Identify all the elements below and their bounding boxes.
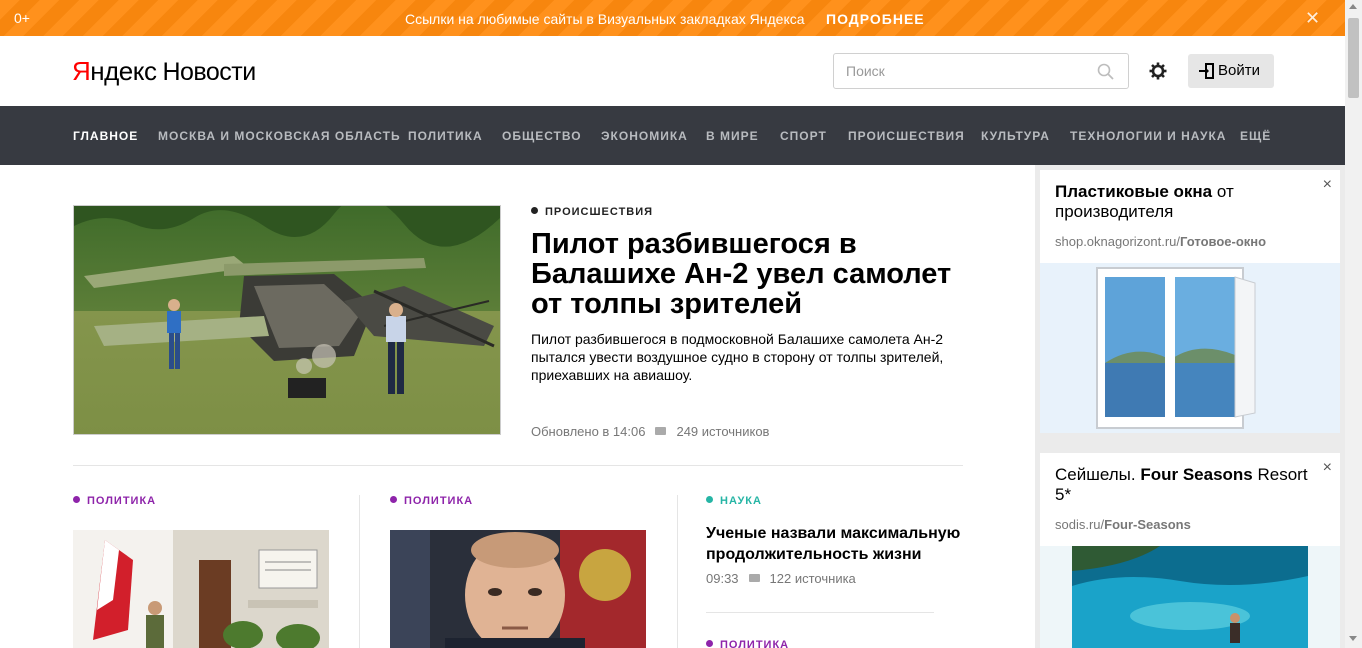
- card-1-rubric-label: ПОЛИТИКА: [87, 495, 157, 507]
- gear-icon[interactable]: [1148, 61, 1168, 81]
- ad-domain-path: Готовое-окно: [1180, 234, 1267, 249]
- nav-item-moscow[interactable]: МОСКВА И МОСКОВСКАЯ ОБЛАСТЬ: [158, 129, 401, 143]
- card-4-rubric-label: ПОЛИТИКА: [720, 639, 790, 648]
- promo-banner[interactable]: 0+ Ссылки на любимые сайты в Визуальных …: [0, 0, 1345, 36]
- card-3-rubric-label: НАУКА: [720, 495, 762, 507]
- rubric-dot: [390, 496, 397, 503]
- login-label: Войти: [1218, 62, 1260, 79]
- search-icon[interactable]: [1097, 63, 1114, 80]
- nav-item-sport[interactable]: СПОРТ: [780, 129, 827, 143]
- nav-item-culture[interactable]: КУЛЬТУРА: [981, 129, 1050, 143]
- nav-item-more[interactable]: ЕЩЁ: [1240, 129, 1271, 143]
- sources-icon: [748, 574, 760, 582]
- main-story-rubric-label: ПРОИСШЕСТВИЯ: [545, 206, 654, 218]
- rubric-dot: [706, 640, 713, 647]
- nav-item-tech-science[interactable]: ТЕХНОЛОГИИ И НАУКА: [1070, 129, 1226, 143]
- promo-close-icon[interactable]: ✕: [1305, 8, 1320, 29]
- ad-domain[interactable]: sodis.ru/Four-Seasons: [1055, 517, 1191, 532]
- header: ЯндексНовости Войти: [0, 36, 1345, 106]
- card-4-rubric[interactable]: ПОЛИТИКА: [706, 639, 789, 648]
- nav-item-economy[interactable]: ЭКОНОМИКА: [601, 129, 688, 143]
- ad-image-window[interactable]: [1040, 263, 1340, 433]
- logo-brand: ндекс: [90, 56, 157, 86]
- column-divider: [359, 495, 360, 648]
- ad-domain-host: sodis.ru/: [1055, 517, 1105, 532]
- search-input[interactable]: [846, 63, 1086, 79]
- ad-title-bold: Пластиковые окна: [1055, 182, 1213, 201]
- search-box[interactable]: [833, 53, 1129, 89]
- ad-image-beach[interactable]: [1040, 546, 1340, 648]
- ad-domain-path: Four-Seasons: [1104, 517, 1191, 532]
- nav-item-politics[interactable]: ПОЛИТИКА: [408, 129, 483, 143]
- main-story-meta: Обновлено в 14:06 249 источников: [531, 424, 769, 439]
- logo[interactable]: Яндекс Новости: [72, 56, 256, 87]
- ad-title-bold: Four Seasons: [1140, 465, 1253, 484]
- card-2-image[interactable]: [390, 530, 646, 648]
- card-3-title[interactable]: Ученые назвали максимальную продолжитель…: [706, 523, 971, 565]
- page: 0+ Ссылки на любимые сайты в Визуальных …: [0, 0, 1362, 648]
- scroll-up-icon[interactable]: [1349, 4, 1357, 9]
- card-1-image[interactable]: [73, 530, 329, 648]
- nav-item-main[interactable]: ГЛАВНОЕ: [73, 129, 138, 143]
- ad-domain[interactable]: shop.oknagorizont.ru/Готовое-окно: [1055, 234, 1266, 249]
- main-story-image[interactable]: [73, 205, 501, 435]
- ad-card-seychelles[interactable]: × Сейшелы. Four Seasons Resort 5* sodis.…: [1040, 453, 1340, 648]
- divider: [706, 612, 934, 613]
- age-rating: 0+: [14, 10, 30, 26]
- nav-item-world[interactable]: В МИРЕ: [706, 129, 759, 143]
- sources-icon: [655, 427, 667, 435]
- nav-item-incidents[interactable]: ПРОИСШЕСТВИЯ: [848, 129, 965, 143]
- nav-item-society[interactable]: ОБЩЕСТВО: [502, 129, 582, 143]
- card-3-sources[interactable]: 122 источника: [770, 571, 856, 586]
- scroll-down-icon[interactable]: [1349, 636, 1357, 641]
- card-3-time: 09:33: [706, 571, 739, 586]
- rubrics-nav: ГЛАВНОЕ МОСКВА И МОСКОВСКАЯ ОБЛАСТЬ ПОЛИ…: [0, 106, 1345, 165]
- logo-ya: Я: [72, 56, 91, 86]
- divider: [73, 465, 963, 466]
- login-icon: [1199, 63, 1214, 79]
- ad-title-plain: Сейшелы.: [1055, 465, 1141, 484]
- ad-domain-host: shop.oknagorizont.ru/: [1055, 234, 1181, 249]
- rubric-dot: [531, 207, 538, 214]
- card-2-rubric-label: ПОЛИТИКА: [404, 495, 474, 507]
- main-story-annotation: Пилот разбившегося в подмосковной Балаши…: [531, 331, 944, 383]
- page-scrollbar[interactable]: [1345, 0, 1362, 648]
- promo-message[interactable]: Ссылки на любимые сайты в Визуальных зак…: [405, 11, 805, 27]
- ad-title[interactable]: Сейшелы. Four Seasons Resort 5*: [1055, 465, 1325, 505]
- logo-service: Новости: [162, 58, 256, 86]
- main-story-sources[interactable]: 249 источников: [676, 424, 769, 439]
- ad-card-windows[interactable]: × Пластиковые окна от производителя shop…: [1040, 170, 1340, 433]
- card-3-meta: 09:33 122 источника: [706, 571, 856, 586]
- main-story-rubric[interactable]: ПРОИСШЕСТВИЯ: [531, 206, 653, 218]
- scroll-thumb[interactable]: [1348, 18, 1359, 98]
- rubric-dot: [706, 496, 713, 503]
- promo-more-link[interactable]: ПОДРОБНЕЕ: [826, 11, 925, 27]
- card-1-rubric[interactable]: ПОЛИТИКА: [73, 495, 156, 507]
- card-2-rubric[interactable]: ПОЛИТИКА: [390, 495, 473, 507]
- main-story-title[interactable]: Пилот разбившегося в Балашихе Ан-2 увел …: [531, 229, 961, 319]
- column-divider: [677, 495, 678, 648]
- login-button[interactable]: Войти: [1188, 54, 1274, 88]
- ad-title[interactable]: Пластиковые окна от производителя: [1055, 182, 1325, 222]
- main-story-updated: Обновлено в 14:06: [531, 424, 646, 439]
- card-3-rubric[interactable]: НАУКА: [706, 495, 762, 507]
- rubric-dot: [73, 496, 80, 503]
